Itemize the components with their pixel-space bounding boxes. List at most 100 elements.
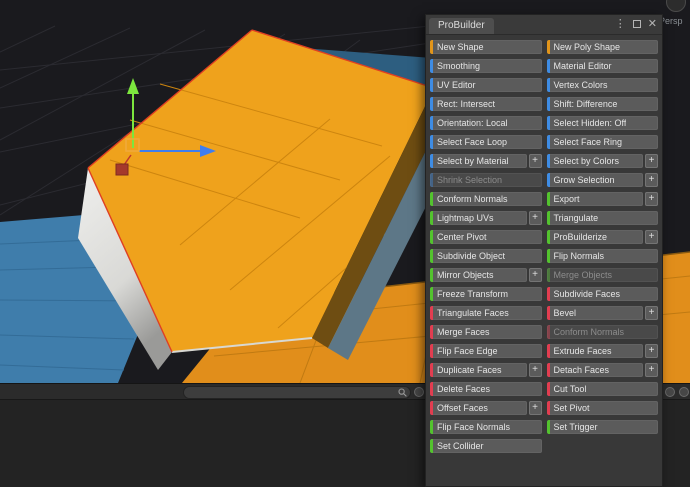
pb-button-delete-faces[interactable]: Delete Faces <box>430 382 542 396</box>
pb-options-button-offset-faces[interactable]: + <box>528 401 542 415</box>
pivot-cube[interactable] <box>115 163 129 176</box>
pb-button-label: Conform Normals <box>437 194 508 204</box>
pb-button-shift-difference[interactable]: Shift: Difference <box>546 97 658 111</box>
pb-row: Export + <box>546 192 658 206</box>
pb-row: Set Trigger <box>546 420 658 434</box>
pb-button-label: Select Hidden: Off <box>553 118 627 128</box>
pb-button-label: Freeze Transform <box>437 289 509 299</box>
search-input[interactable] <box>190 387 394 400</box>
pb-options-button-export[interactable]: + <box>645 192 658 206</box>
pb-button-conform-normals[interactable]: Conform Normals <box>430 192 542 206</box>
console-badge-icon[interactable] <box>414 387 424 397</box>
pb-row: Lightmap UVs + <box>430 211 542 225</box>
pb-button-label: Mirror Objects <box>437 270 494 280</box>
pb-button-freeze-transform[interactable]: Freeze Transform <box>430 287 542 301</box>
pb-button-duplicate-faces[interactable]: Duplicate Faces <box>430 363 527 377</box>
pb-options-button-select-by-material[interactable]: + <box>528 154 542 168</box>
pb-button-grow-selection[interactable]: Grow Selection <box>546 173 643 187</box>
pb-button-smoothing[interactable]: Smoothing <box>430 59 542 73</box>
pb-button-label: Delete Faces <box>437 384 491 394</box>
pb-button-conform-normals: Conform Normals <box>546 325 658 339</box>
pb-button-flip-face-edge[interactable]: Flip Face Edge <box>430 344 542 358</box>
pb-button-select-face-loop[interactable]: Select Face Loop <box>430 135 542 149</box>
pb-row: Flip Face Normals <box>430 420 542 434</box>
pb-column-left: New Shape Smoothing UV Editor Rect: Interse… <box>430 40 542 453</box>
pb-button-merge-faces[interactable]: Merge Faces <box>430 325 542 339</box>
pb-button-vertex-colors[interactable]: Vertex Colors <box>546 78 658 92</box>
pb-row: Conform Normals <box>430 192 542 206</box>
pb-button-label: Shift: Difference <box>553 99 618 109</box>
probuilder-titlebar[interactable]: ProBuilder ⋮ ✕ <box>426 15 662 35</box>
search-icon <box>398 388 407 397</box>
pb-row: New Poly Shape <box>546 40 658 54</box>
pb-options-button-mirror-objects[interactable]: + <box>528 268 542 282</box>
search-field[interactable] <box>183 386 411 400</box>
maximize-icon[interactable] <box>632 20 641 28</box>
pb-options-button-probuilderize[interactable]: + <box>645 230 658 244</box>
pb-button-rect-intersect[interactable]: Rect: Intersect <box>430 97 542 111</box>
pb-button-export[interactable]: Export <box>546 192 643 206</box>
pb-options-button-duplicate-faces[interactable]: + <box>528 363 542 377</box>
close-icon[interactable]: ✕ <box>648 18 657 30</box>
pb-button-label: Center Pivot <box>437 232 487 242</box>
pb-button-label: Material Editor <box>553 61 612 71</box>
pb-row: Select Face Ring <box>546 135 658 149</box>
pb-button-uv-editor[interactable]: UV Editor <box>430 78 542 92</box>
pb-button-label: Select by Colors <box>553 156 620 166</box>
pb-options-button-select-by-colors[interactable]: + <box>645 154 658 168</box>
pb-button-extrude-faces[interactable]: Extrude Faces <box>546 344 643 358</box>
pb-button-label: Set Pivot <box>553 403 590 413</box>
pb-row: Material Editor <box>546 59 658 73</box>
pb-button-triangulate[interactable]: Triangulate <box>546 211 658 225</box>
pb-options-button-extrude-faces[interactable]: + <box>645 344 658 358</box>
pb-options-button-detach-faces[interactable]: + <box>645 363 658 377</box>
pb-button-offset-faces[interactable]: Offset Faces <box>430 401 527 415</box>
pb-button-label: Export <box>553 194 580 204</box>
pb-button-label: Subdivide Object <box>437 251 506 261</box>
pb-button-mirror-objects[interactable]: Mirror Objects <box>430 268 527 282</box>
pb-button-detach-faces[interactable]: Detach Faces <box>546 363 643 377</box>
pb-button-label: Triangulate <box>553 213 599 223</box>
pb-button-label: Set Trigger <box>553 422 598 432</box>
pb-button-probuilderize[interactable]: ProBuilderize <box>546 230 643 244</box>
category-stripe <box>430 173 433 187</box>
pb-button-subdivide-object[interactable]: Subdivide Object <box>430 249 542 263</box>
pb-button-orientation-local[interactable]: Orientation: Local <box>430 116 542 130</box>
pb-button-label: Select by Material <box>437 156 509 166</box>
pb-button-new-shape[interactable]: New Shape <box>430 40 542 54</box>
pb-button-label: Detach Faces <box>553 365 610 375</box>
pb-button-select-by-material[interactable]: Select by Material <box>430 154 527 168</box>
pb-button-label: UV Editor <box>437 80 476 90</box>
kebab-menu-icon[interactable]: ⋮ <box>615 18 626 30</box>
pb-button-label: Vertex Colors <box>553 80 608 90</box>
pb-button-select-by-colors[interactable]: Select by Colors <box>546 154 643 168</box>
pb-button-select-hidden-off[interactable]: Select Hidden: Off <box>546 116 658 130</box>
pb-button-set-collider[interactable]: Set Collider <box>430 439 542 453</box>
pb-button-set-trigger[interactable]: Set Trigger <box>546 420 658 434</box>
pb-grid: New Shape Smoothing UV Editor Rect: Interse… <box>426 35 662 458</box>
pb-options-button-bevel[interactable]: + <box>645 306 658 320</box>
pb-row: New Shape <box>430 40 542 54</box>
pb-button-new-poly-shape[interactable]: New Poly Shape <box>546 40 658 54</box>
pb-button-select-face-ring[interactable]: Select Face Ring <box>546 135 658 149</box>
pb-button-flip-face-normals[interactable]: Flip Face Normals <box>430 420 542 434</box>
pb-button-flip-normals[interactable]: Flip Normals <box>546 249 658 263</box>
pb-row: Triangulate Faces <box>430 306 542 320</box>
pb-button-label: Duplicate Faces <box>437 365 502 375</box>
pb-row: Delete Faces <box>430 382 542 396</box>
pb-button-cut-tool[interactable]: Cut Tool <box>546 382 658 396</box>
pb-options-button-lightmap-uvs[interactable]: + <box>528 211 542 225</box>
pb-button-set-pivot[interactable]: Set Pivot <box>546 401 658 415</box>
pb-button-center-pivot[interactable]: Center Pivot <box>430 230 542 244</box>
pb-button-subdivide-faces[interactable]: Subdivide Faces <box>546 287 658 301</box>
pb-button-lightmap-uvs[interactable]: Lightmap UVs <box>430 211 527 225</box>
pb-button-label: Subdivide Faces <box>553 289 621 299</box>
pb-button-triangulate-faces[interactable]: Triangulate Faces <box>430 306 542 320</box>
console-badge-icon[interactable] <box>665 387 675 397</box>
pb-options-button-grow-selection[interactable]: + <box>645 173 658 187</box>
pb-button-material-editor[interactable]: Material Editor <box>546 59 658 73</box>
pb-button-bevel[interactable]: Bevel <box>546 306 643 320</box>
pb-row: Detach Faces + <box>546 363 658 377</box>
console-badge-icon[interactable] <box>679 387 689 397</box>
pb-button-label: Merge Objects <box>553 270 613 280</box>
